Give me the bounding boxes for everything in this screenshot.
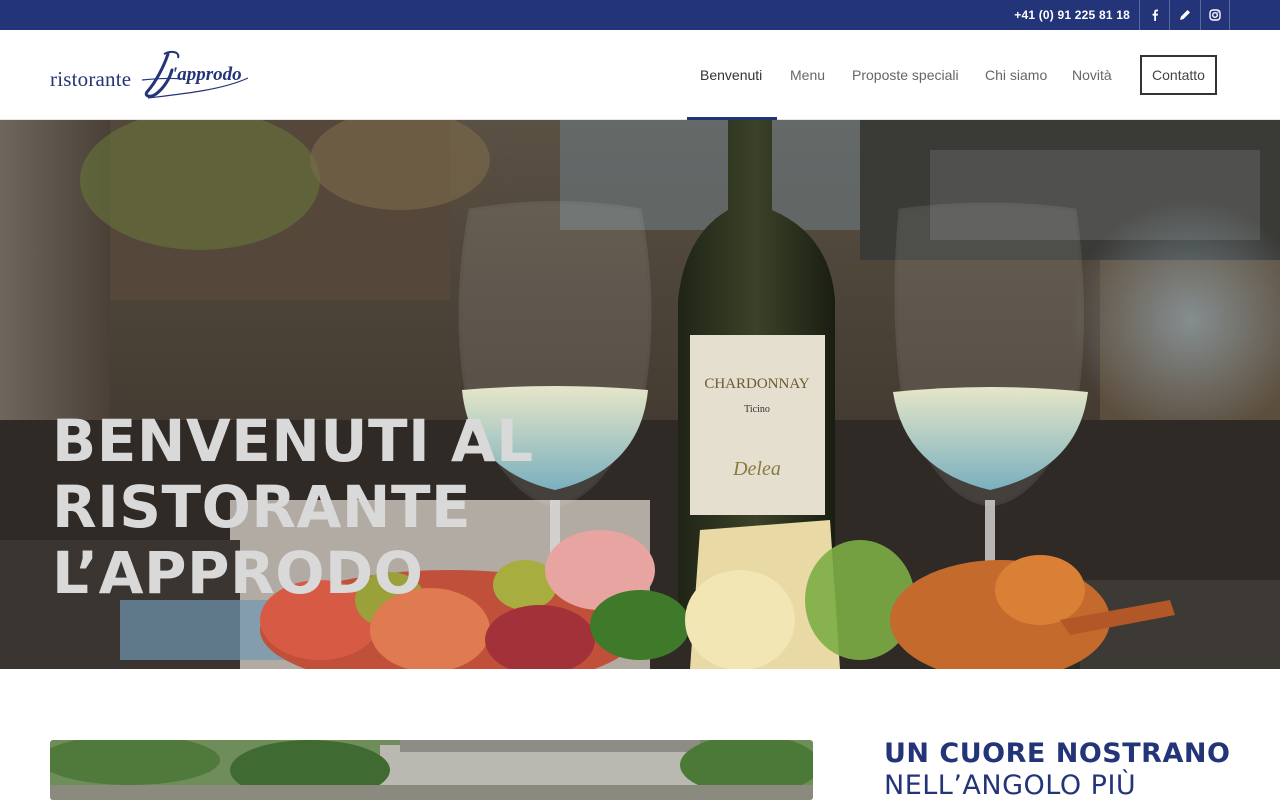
intro-heading: UN CUORE NOSTRANO NELL’ANGOLO PIÙ: [884, 738, 1244, 800]
aerial-photo: [50, 740, 813, 800]
hero-title-line: RISTORANTE: [52, 473, 472, 541]
hero-title: BENVENUTI AL RISTORANTE L’APPRODO: [52, 408, 534, 606]
nav-chi-siamo[interactable]: Chi siamo: [985, 30, 1047, 120]
svg-text:Delea: Delea: [732, 458, 781, 480]
pen-link[interactable]: [1169, 0, 1199, 30]
phone-number[interactable]: +41 (0) 91 225 81 18: [1014, 0, 1130, 30]
nav-proposte-speciali[interactable]: Proposte speciali: [852, 30, 959, 120]
logo-wordmark: ristorante: [50, 67, 132, 91]
hero-banner: CHARDONNAY Ticino Delea BENVENUTI AL RIS…: [0, 120, 1280, 669]
top-bar: +41 (0) 91 225 81 18: [0, 0, 1280, 30]
contact-button[interactable]: Contatto: [1140, 55, 1217, 95]
svg-text:Ticino: Ticino: [744, 404, 770, 415]
facebook-link[interactable]: [1139, 0, 1169, 30]
svg-text:'approdo: 'approdo: [172, 64, 242, 85]
nav-benvenuti[interactable]: Benvenuti: [700, 30, 762, 120]
pen-icon: [1179, 10, 1190, 20]
site-header: ristorante 'approdo Benvenuti Menu Propo…: [0, 30, 1280, 120]
hero-title-line: L’APPRODO: [52, 539, 424, 607]
intro-heading-light: NELL’ANGOLO PIÙ: [884, 770, 1137, 800]
facebook-icon: [1152, 9, 1158, 21]
instagram-icon: [1209, 9, 1221, 21]
svg-text:CHARDONNAY: CHARDONNAY: [704, 376, 809, 392]
hero-title-line: BENVENUTI AL: [52, 407, 534, 475]
site-logo[interactable]: ristorante 'approdo: [50, 48, 250, 104]
instagram-link[interactable]: [1200, 0, 1230, 30]
nav-novita[interactable]: Novità: [1072, 30, 1112, 120]
intro-heading-bold: UN CUORE NOSTRANO: [884, 738, 1231, 769]
nav-menu[interactable]: Menu: [790, 30, 825, 120]
logo-script-approdo: 'approdo: [142, 50, 249, 99]
